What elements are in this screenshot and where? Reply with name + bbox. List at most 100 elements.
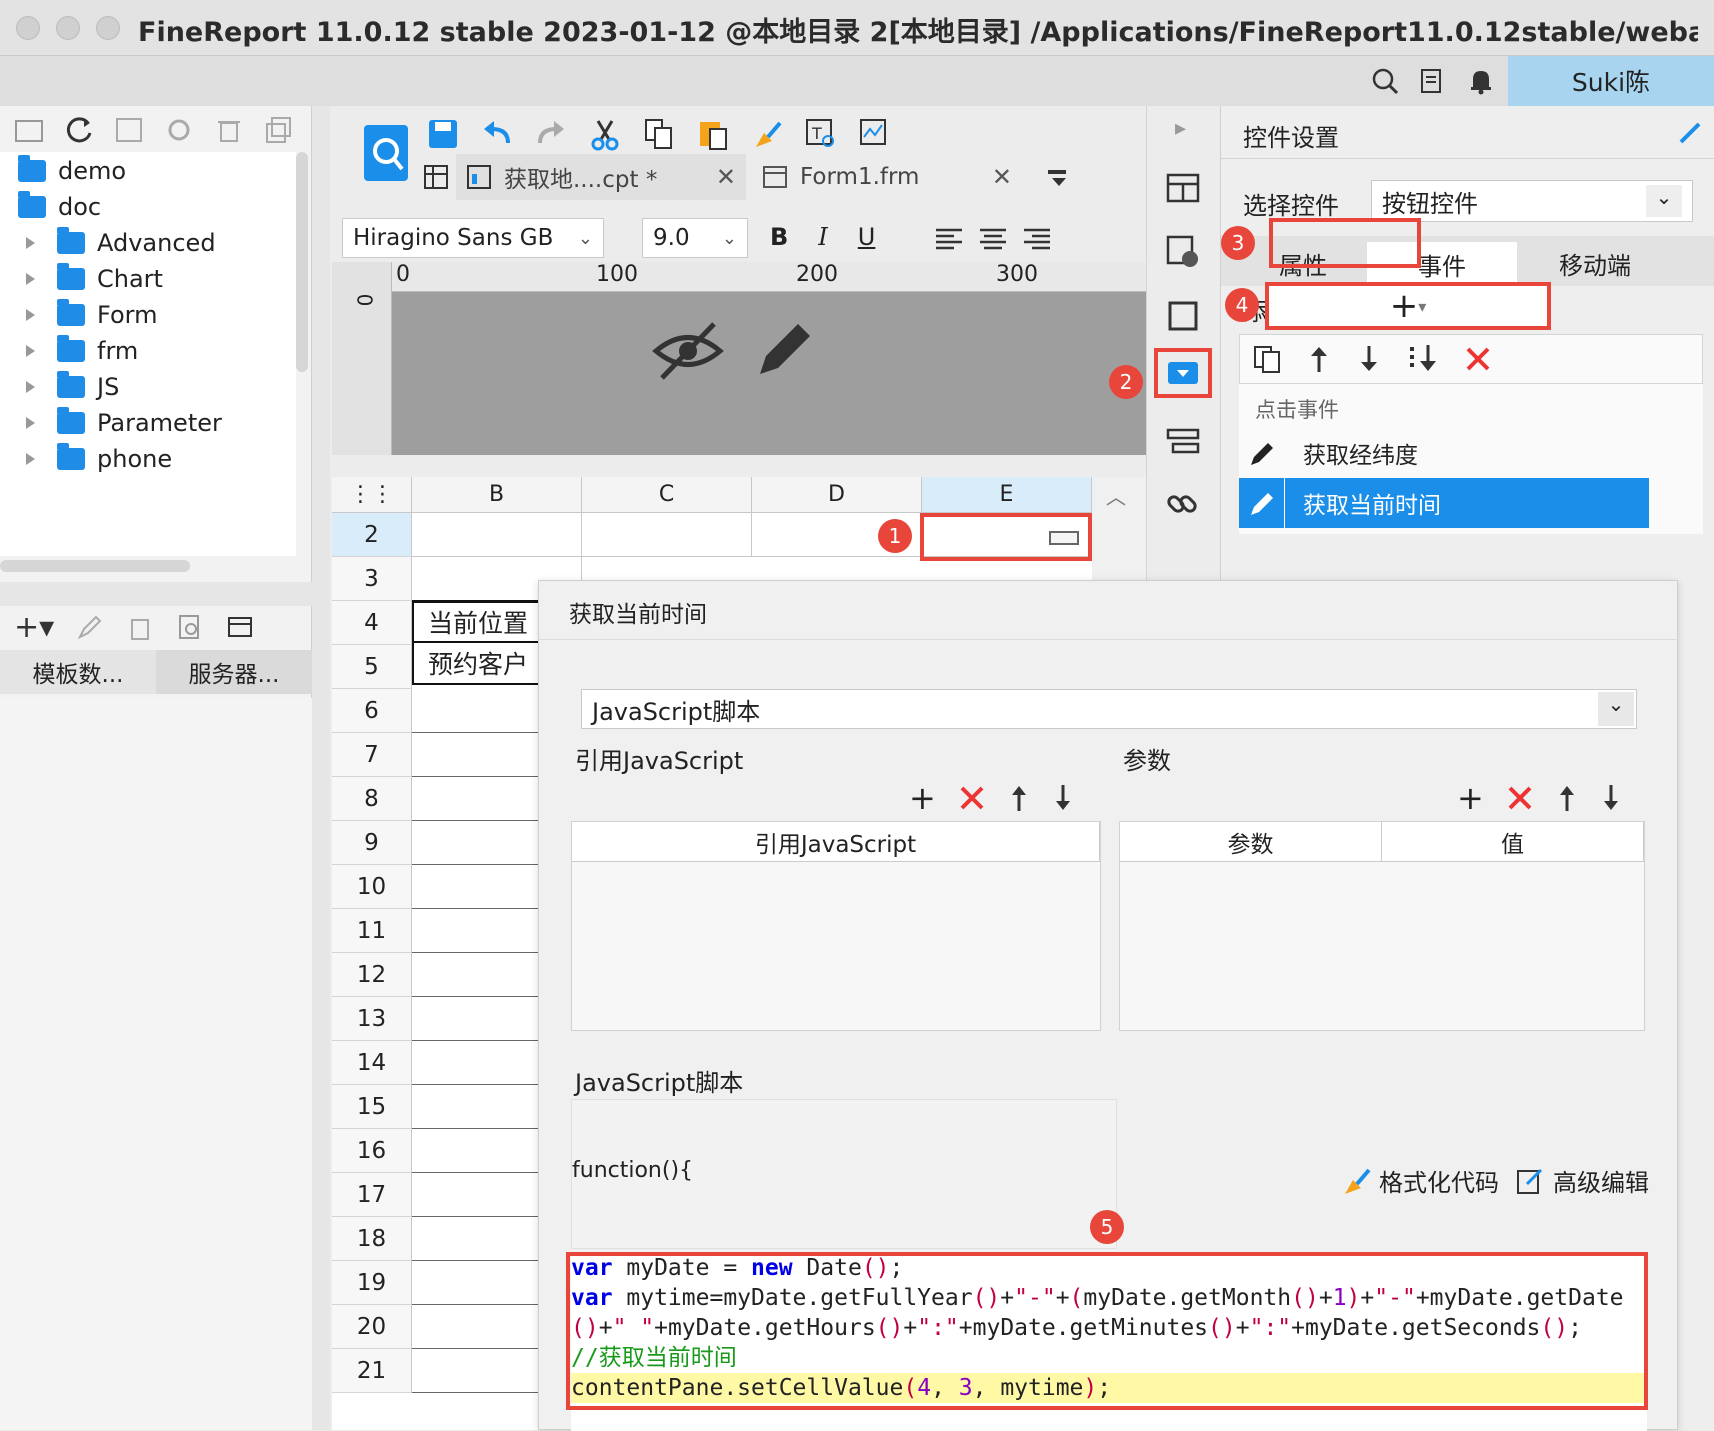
row-header[interactable]: 5	[332, 645, 412, 689]
move-bottom-icon[interactable]	[1406, 343, 1440, 375]
column-header-e[interactable]: E	[922, 477, 1092, 513]
delete-event-icon[interactable]	[1464, 345, 1492, 373]
tree-hscrollbar[interactable]	[0, 560, 190, 572]
tab-server[interactable]: 服务器...	[156, 650, 312, 694]
settings-icon[interactable]	[164, 115, 196, 145]
row-header[interactable]: 21	[332, 1349, 412, 1393]
tree-scrollbar[interactable]	[296, 152, 308, 372]
row-header[interactable]: 20	[332, 1305, 412, 1349]
splitter[interactable]	[0, 582, 312, 606]
undo-icon[interactable]	[480, 117, 514, 151]
expand-arrow-icon[interactable]	[26, 345, 35, 357]
zoom-window-button[interactable]	[96, 16, 120, 40]
size-select[interactable]: 9.0 ⌄	[642, 218, 748, 258]
dataset-icon[interactable]	[226, 613, 254, 641]
tree-item[interactable]: frm	[26, 334, 138, 368]
redo-icon[interactable]	[534, 117, 568, 151]
expand-arrow-icon[interactable]	[26, 237, 35, 249]
preview-button[interactable]	[360, 110, 412, 202]
row-header[interactable]: 18	[332, 1217, 412, 1261]
minimize-window-button[interactable]	[56, 16, 80, 40]
advanced-edit-button[interactable]: 高级编辑	[1515, 1163, 1649, 1198]
move-down-icon[interactable]	[1356, 344, 1382, 374]
cell-b2[interactable]	[412, 513, 582, 557]
hidden-eye-icon[interactable]	[652, 320, 724, 382]
refresh-icon[interactable]	[64, 115, 96, 145]
move-up-icon[interactable]	[1008, 783, 1030, 813]
tab-menu-icon[interactable]	[1044, 164, 1070, 190]
row-header[interactable]: 10	[332, 865, 412, 909]
hyperlink-list-icon[interactable]	[1165, 424, 1201, 460]
cell-attr-icon[interactable]	[1165, 170, 1201, 206]
edit-pencil-icon[interactable]	[752, 316, 818, 382]
tab-frm[interactable]: Form1.frm ✕	[752, 154, 1022, 200]
widget-settings-button[interactable]	[1154, 348, 1212, 398]
close-tab-icon[interactable]: ✕	[716, 163, 736, 191]
row-header[interactable]: 14	[332, 1041, 412, 1085]
left-splitter[interactable]	[312, 106, 330, 1430]
cut-icon[interactable]	[588, 117, 622, 151]
row-header[interactable]: 2	[332, 513, 412, 557]
tree-item[interactable]: JS	[26, 370, 119, 404]
row-header[interactable]: 13	[332, 997, 412, 1041]
new-folder-icon[interactable]	[14, 115, 46, 145]
template-icon[interactable]	[114, 115, 146, 145]
tree-item[interactable]: Form	[26, 298, 157, 332]
move-up-icon[interactable]	[1306, 344, 1332, 374]
tree-item[interactable]: Advanced	[26, 226, 216, 260]
move-up-icon[interactable]	[1556, 783, 1578, 813]
expand-arrow-icon[interactable]	[26, 309, 35, 321]
control-select[interactable]: 按钮控件 ⌄	[1371, 180, 1693, 222]
italic-button[interactable]: I	[818, 223, 827, 251]
corner-cell[interactable]: ⋮⋮	[332, 477, 412, 513]
cell-element-icon[interactable]	[1165, 234, 1201, 270]
bell-icon[interactable]	[1464, 64, 1498, 98]
font-select[interactable]: Hiragino Sans GB ⌄	[342, 218, 604, 258]
row-header[interactable]: 17	[332, 1173, 412, 1217]
row-header[interactable]: 12	[332, 953, 412, 997]
save-icon[interactable]	[426, 117, 460, 151]
row-header[interactable]: 7	[332, 733, 412, 777]
copy-event-icon[interactable]	[1252, 344, 1282, 374]
column-header-b[interactable]: B	[412, 477, 582, 513]
grid-icon[interactable]	[416, 163, 456, 191]
align-right-icon[interactable]	[1022, 225, 1052, 251]
row-header[interactable]: 4	[332, 601, 412, 645]
row-header[interactable]: 15	[332, 1085, 412, 1129]
add-icon[interactable]: +▾	[14, 610, 54, 645]
column-header-c[interactable]: C	[582, 477, 752, 513]
tree-item[interactable]: Parameter	[26, 406, 222, 440]
text-icon[interactable]: T	[804, 117, 838, 151]
collapse-arrow-icon[interactable]: ▸	[1175, 116, 1186, 141]
notes-icon[interactable]	[1416, 64, 1450, 98]
tab-mobile[interactable]: 移动端	[1559, 246, 1631, 281]
user-account[interactable]: Suki陈	[1508, 56, 1714, 106]
expand-arrow-icon[interactable]	[26, 273, 35, 285]
search-icon[interactable]	[1368, 64, 1402, 98]
expand-arrow-icon[interactable]	[26, 453, 35, 465]
trash-icon[interactable]	[126, 613, 154, 641]
chart-icon[interactable]	[858, 117, 892, 151]
underline-button[interactable]: U	[858, 223, 876, 251]
row-header[interactable]: 3	[332, 557, 412, 601]
format-code-button[interactable]: 格式化代码	[1341, 1163, 1499, 1198]
copy-doc-icon[interactable]	[642, 117, 676, 151]
move-down-icon[interactable]	[1052, 783, 1074, 813]
row-header[interactable]: 8	[332, 777, 412, 821]
format-brush-icon[interactable]	[750, 117, 784, 151]
event-item-selected[interactable]: 获取当前时间	[1239, 478, 1649, 528]
row-header[interactable]: 19	[332, 1261, 412, 1305]
bold-button[interactable]: B	[770, 223, 788, 251]
tree-item[interactable]: doc	[18, 190, 101, 224]
link-icon[interactable]	[1165, 486, 1201, 522]
tab-template-data[interactable]: 模板数...	[0, 650, 156, 694]
paste-icon[interactable]	[696, 117, 730, 151]
move-down-icon[interactable]	[1600, 783, 1622, 813]
delete-icon[interactable]	[1506, 784, 1534, 812]
frame-icon[interactable]	[1165, 298, 1201, 334]
delete-icon[interactable]	[958, 784, 986, 812]
expand-arrow-icon[interactable]	[26, 381, 35, 393]
align-left-icon[interactable]	[934, 225, 964, 251]
copy-icon[interactable]	[264, 115, 296, 145]
edit-icon[interactable]	[76, 613, 104, 641]
